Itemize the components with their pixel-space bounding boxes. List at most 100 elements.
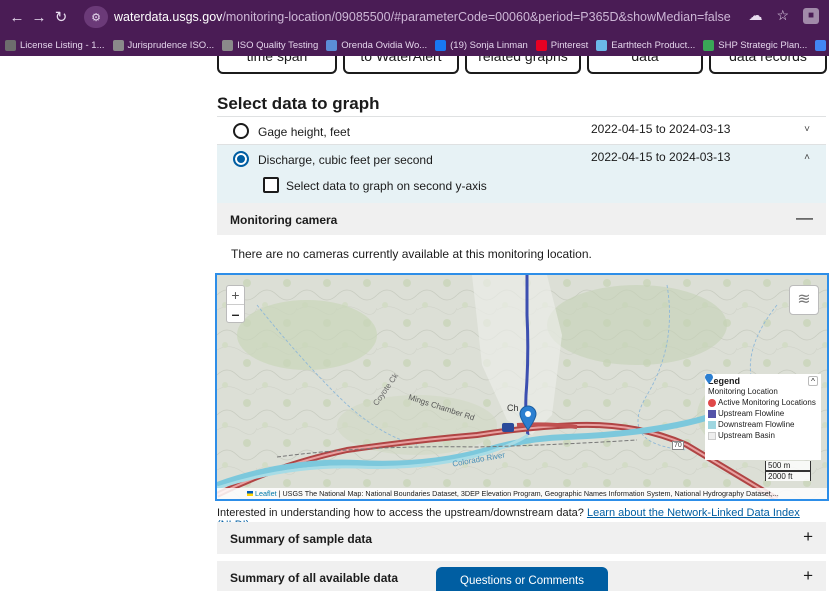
bookmark-label: (19) Sonja Linman (450, 39, 528, 51)
bookmark-label: Earthtech Product... (611, 39, 696, 51)
zoom-control: + – (226, 285, 245, 323)
bookmark-label: License Listing - 1... (20, 39, 105, 51)
map-attribution: Leaflet | USGS The National Map: Nationa… (217, 488, 827, 499)
bookmark-item[interactable]: License Listing - 1... (5, 39, 105, 51)
attribution-text: | USGS The National Map: National Bounda… (276, 489, 779, 498)
grid-icon (815, 39, 827, 51)
summary-sample-title: Summary of sample data (230, 532, 373, 546)
cloud-icon[interactable]: ☁ (748, 7, 762, 24)
legend-label: Downstream Flowline (718, 420, 795, 429)
questions-comments-button[interactable]: Questions or Comments (436, 567, 608, 591)
related-graphs-button[interactable]: related graphs (465, 56, 581, 74)
gage-height-dates: 2022-04-15 to 2024-03-13 (591, 122, 731, 136)
basin-swatch (708, 431, 716, 440)
doc-icon (703, 39, 715, 51)
legend-title: Legend (708, 376, 741, 386)
expand-icon[interactable]: + (803, 566, 813, 586)
legend-collapse-icon[interactable]: ^ (808, 376, 818, 386)
monitoring-camera-accordion[interactable]: Monitoring camera — (217, 203, 826, 235)
legend-item: Upstream Basin (708, 430, 818, 441)
discharge-label: Discharge, cubic feet per second (258, 153, 433, 167)
monitoring-camera-title: Monitoring camera (230, 213, 338, 227)
legend-item: Upstream Flowline (708, 408, 818, 419)
forward-icon[interactable]: → (28, 9, 50, 26)
legend-item: Monitoring Location (705, 374, 818, 397)
browser-toolbar: ← → ↻ ⚙ waterdata.usgs.gov/monitoring-lo… (0, 0, 829, 34)
upstream-swatch (708, 409, 716, 418)
pin-icon (705, 374, 713, 384)
camera-message: There are no cameras currently available… (231, 247, 592, 261)
zoom-in-button[interactable]: + (227, 286, 244, 304)
leaflet-link[interactable]: Leaflet (255, 489, 277, 498)
address-bar[interactable]: waterdata.usgs.gov/monitoring-location/0… (114, 10, 731, 24)
bookmark-label: Jurisprudence ISO... (127, 39, 215, 51)
circle-icon (326, 39, 338, 51)
bookmark-item[interactable]: CAC 2 Course Out... (815, 39, 829, 51)
facebook-icon (435, 39, 447, 51)
bookmark-label: Orenda Ovidia Wo... (341, 39, 428, 51)
select-data-heading: Select data to graph (217, 94, 380, 113)
chevron-up-icon[interactable]: ˄ (804, 152, 810, 163)
scale-imperial: 2000 ft (765, 471, 811, 481)
map-legend: Legend ^ Monitoring Location Active Moni… (705, 374, 821, 460)
zoom-out-button[interactable]: – (227, 304, 244, 322)
summary-sample-accordion[interactable]: Summary of sample data + (217, 522, 826, 554)
legend-label: Active Monitoring Locations (718, 398, 816, 407)
legend-label: Upstream Basin (718, 431, 775, 440)
gage-height-row[interactable]: Gage height, feet 2022-04-15 to 2024-03-… (217, 116, 826, 145)
bookmark-label: ISO Quality Testing (237, 39, 319, 51)
monitoring-location-pin-icon[interactable] (519, 405, 537, 431)
bookmark-item[interactable]: Orenda Ovidia Wo... (326, 39, 428, 51)
bookmark-item[interactable]: (19) Sonja Linman (435, 39, 528, 51)
layers-icon[interactable]: ≋ (789, 285, 819, 315)
page-content: time span to WaterAlert related graphs d… (0, 56, 829, 591)
map-label-highway: 70 (672, 441, 684, 450)
map-scale: 500 m 2000 ft (765, 461, 811, 481)
legend-label: Upstream Flowline (718, 409, 785, 418)
reload-icon[interactable]: ↻ (50, 8, 72, 26)
back-icon[interactable]: ← (6, 9, 28, 26)
second-axis-checkbox[interactable] (263, 177, 279, 193)
collapse-icon[interactable]: — (796, 208, 813, 228)
data-button[interactable]: data (587, 56, 703, 74)
legend-item: Active Monitoring Locations (708, 397, 818, 408)
time-span-button[interactable]: time span (217, 56, 337, 74)
discharge-dates: 2022-04-15 to 2024-03-13 (591, 150, 731, 164)
data-records-button[interactable]: data records (709, 56, 827, 74)
discharge-radio[interactable] (233, 151, 249, 167)
site-info-icon[interactable]: ⚙ (84, 6, 108, 28)
nldi-text: Interested in understanding how to acces… (217, 507, 587, 519)
second-axis-label: Select data to graph on second y-axis (286, 179, 487, 193)
location-map[interactable]: Mings Chamber Rd Colorado River Ch Coyot… (215, 273, 829, 501)
top-button-row: time span to WaterAlert related graphs d… (217, 56, 829, 74)
map-label-town: Ch (507, 403, 519, 413)
downstream-swatch (708, 420, 716, 429)
bookmark-label: Pinterest (550, 39, 589, 51)
bookmark-item[interactable]: Jurisprudence ISO... (112, 39, 215, 51)
doc-icon (596, 39, 608, 51)
bookmarks-bar: License Listing - 1... Jurisprudence ISO.… (0, 34, 829, 56)
legend-label: Monitoring Location (708, 387, 778, 396)
ukraine-flag-icon (247, 491, 253, 496)
globe-icon (5, 39, 16, 51)
bookmark-item[interactable]: Earthtech Product... (596, 39, 696, 51)
gage-height-label: Gage height, feet (258, 125, 351, 139)
bookmark-item[interactable]: SHP Strategic Plan... (703, 39, 808, 51)
scale-metric: 500 m (765, 461, 811, 471)
extension-icon[interactable]: ■ (803, 7, 819, 24)
bookmark-item[interactable]: Pinterest (535, 39, 589, 51)
legend-item: Downstream Flowline (708, 419, 818, 430)
expand-icon[interactable]: + (803, 527, 813, 547)
chevron-down-icon[interactable]: ˅ (804, 124, 810, 135)
url-host: waterdata.usgs.gov (114, 10, 223, 24)
doc-icon (222, 39, 234, 51)
red-circle-icon (708, 398, 716, 407)
discharge-row[interactable]: Discharge, cubic feet per second 2022-04… (217, 145, 826, 210)
bookmark-label: SHP Strategic Plan... (718, 39, 808, 51)
star-icon[interactable]: ☆ (776, 7, 789, 24)
doc-icon (112, 39, 124, 51)
bookmark-item[interactable]: ISO Quality Testing (222, 39, 319, 51)
summary-all-title: Summary of all available data (230, 571, 399, 585)
gage-height-radio[interactable] (233, 123, 249, 139)
wateralert-button[interactable]: to WaterAlert (343, 56, 459, 74)
